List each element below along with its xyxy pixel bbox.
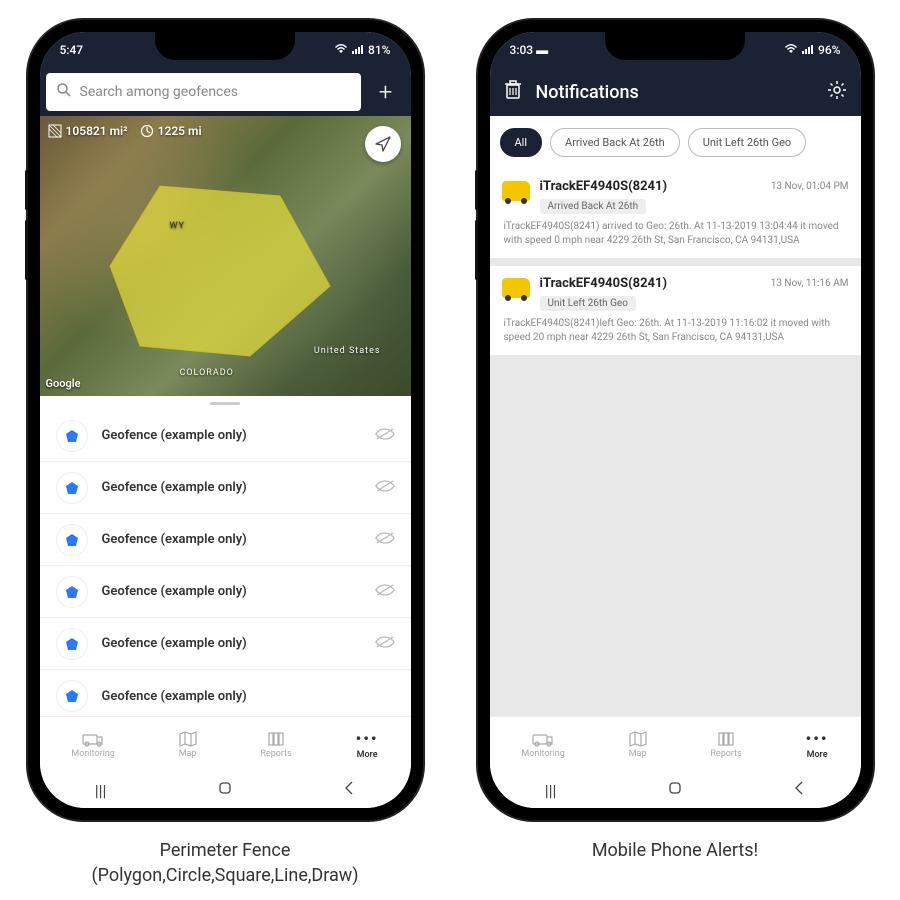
list-item[interactable]: iTrackEF4940S(8241) 13 Nov, 01:04 PM Arri…	[490, 169, 861, 258]
nav-back-icon[interactable]	[343, 780, 355, 800]
gear-icon[interactable]	[827, 80, 847, 104]
nav-recents-icon[interactable]: |||	[545, 781, 557, 800]
wifi-icon	[334, 43, 348, 57]
list-item[interactable]: Geofence (example only)	[40, 410, 411, 462]
status-battery: 81%	[368, 43, 390, 57]
wifi-icon	[784, 43, 798, 57]
page-title: Notifications	[536, 82, 813, 103]
notif-name: iTrackEF4940S(8241)	[540, 276, 668, 291]
sheet-handle[interactable]	[40, 396, 411, 410]
tab-bar: Monitoring Map Reports •••More	[40, 716, 411, 772]
search-row: Search among geofences +	[40, 68, 411, 116]
polygon-icon	[64, 584, 80, 600]
search-icon	[56, 82, 72, 102]
list-item[interactable]: Geofence (example only)	[40, 514, 411, 566]
geofence-polygon[interactable]	[80, 166, 340, 366]
notifications-header: Notifications	[490, 68, 861, 116]
filter-arrived[interactable]: Arrived Back At 26th	[550, 128, 680, 157]
list-item[interactable]: iTrackEF4940S(8241) 13 Nov, 11:16 AM Unit…	[490, 266, 861, 355]
visibility-toggle-icon[interactable]	[375, 426, 395, 445]
tab-more[interactable]: •••More	[806, 729, 829, 760]
filter-row: All Arrived Back At 26th Unit Left 26th …	[490, 116, 861, 169]
status-time: 5:47	[60, 43, 84, 57]
tab-more[interactable]: •••More	[356, 729, 379, 760]
map-perimeter-value: 1225 mi	[158, 124, 202, 138]
map-label-wy: WY	[170, 221, 185, 231]
notif-body: iTrackEF4940S(8241) arrived to Geo: 26th…	[502, 220, 849, 248]
tab-map[interactable]: Map	[179, 731, 197, 759]
list-item[interactable]: Geofence (example only)	[40, 462, 411, 514]
polygon-icon	[64, 428, 80, 444]
list-item[interactable]: Geofence (example only)	[40, 618, 411, 670]
visibility-toggle-icon[interactable]	[375, 582, 395, 601]
delete-icon[interactable]	[504, 80, 522, 104]
status-battery: 96%	[818, 43, 840, 57]
geofence-list[interactable]: Geofence (example only) Geofence (exampl…	[40, 410, 411, 716]
search-input[interactable]: Search among geofences	[46, 73, 361, 111]
nav-home-icon[interactable]	[667, 780, 683, 800]
tab-monitoring[interactable]: Monitoring	[521, 731, 564, 759]
polygon-icon	[64, 532, 80, 548]
tab-reports[interactable]: Reports	[710, 731, 741, 759]
nav-back-icon[interactable]	[793, 780, 805, 800]
visibility-toggle-icon[interactable]	[375, 634, 395, 653]
notif-tag: Arrived Back At 26th	[540, 199, 647, 214]
android-nav-bar: |||	[490, 772, 861, 808]
caption-right: Mobile Phone Alerts!	[592, 838, 758, 863]
visibility-toggle-icon[interactable]	[375, 478, 395, 497]
notif-time: 13 Nov, 11:16 AM	[771, 278, 849, 289]
status-time: 3:03	[510, 43, 534, 57]
tab-reports[interactable]: Reports	[260, 731, 291, 759]
map-attribution: Google	[46, 377, 81, 390]
tab-map[interactable]: Map	[629, 731, 647, 759]
notif-tag: Unit Left 26th Geo	[540, 296, 636, 311]
phone-notifications: 3:03 ▬ 96% Notifications All Arrived Bac…	[478, 20, 873, 820]
area-icon	[48, 124, 62, 138]
vehicle-icon	[502, 181, 530, 201]
android-nav-bar: |||	[40, 772, 411, 808]
vehicle-icon	[502, 278, 530, 298]
polygon-icon	[64, 636, 80, 652]
visibility-toggle-icon[interactable]	[375, 530, 395, 549]
notif-name: iTrackEF4940S(8241)	[540, 179, 668, 194]
polygon-icon	[64, 480, 80, 496]
signal-icon	[352, 43, 364, 57]
nav-recents-icon[interactable]: |||	[95, 781, 107, 800]
notif-body: iTrackEF4940S(8241)left Geo: 26th. At 11…	[502, 317, 849, 345]
tab-monitoring[interactable]: Monitoring	[71, 731, 114, 759]
my-location-button[interactable]	[365, 126, 401, 162]
perimeter-icon	[140, 124, 154, 138]
filter-left[interactable]: Unit Left 26th Geo	[688, 128, 806, 157]
list-item[interactable]: Geofence (example only)	[40, 670, 411, 716]
filter-all[interactable]: All	[500, 128, 543, 157]
polygon-icon	[64, 688, 80, 704]
phone-notch	[155, 32, 295, 60]
list-item[interactable]: Geofence (example only)	[40, 566, 411, 618]
map-view[interactable]: 105821 mi² 1225 mi WY United States COLO…	[40, 116, 411, 396]
phone-notch	[605, 32, 745, 60]
signal-icon	[802, 43, 814, 57]
map-label-co: COLORADO	[180, 368, 234, 378]
tab-bar: Monitoring Map Reports •••More	[490, 716, 861, 772]
map-label-us: United States	[314, 346, 381, 356]
phone-geofence: 5:47 81% Search among geofences +	[28, 20, 423, 820]
message-icon: ▬	[536, 43, 548, 57]
search-placeholder: Search among geofences	[80, 84, 239, 100]
map-area-value: 105821 mi²	[66, 124, 128, 138]
caption-left: Perimeter Fence (Polygon,Circle,Square,L…	[91, 838, 358, 888]
add-geofence-button[interactable]: +	[367, 73, 405, 111]
notif-time: 13 Nov, 01:04 PM	[771, 181, 849, 192]
nav-home-icon[interactable]	[217, 780, 233, 800]
notification-list[interactable]: iTrackEF4940S(8241) 13 Nov, 01:04 PM Arri…	[490, 169, 861, 716]
